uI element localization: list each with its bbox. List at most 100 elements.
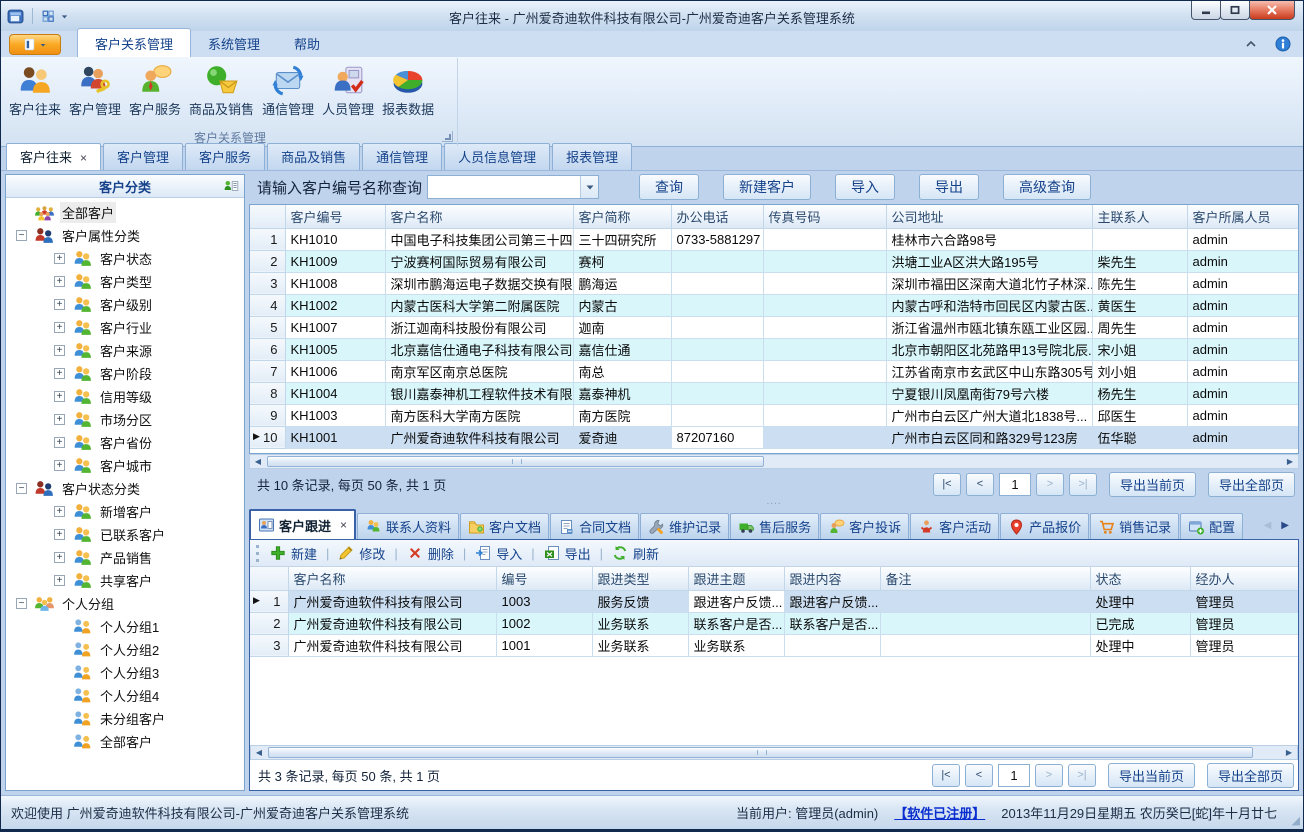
ribbon-button[interactable]: 客户往来 <box>5 61 65 120</box>
column-header[interactable]: 传真号码 <box>763 205 886 228</box>
license-link[interactable]: 【软件已注册】 <box>894 803 985 822</box>
document-tab[interactable]: 客户往来× <box>6 143 101 170</box>
document-tab[interactable]: 人员信息管理 <box>444 143 550 170</box>
tree-item[interactable]: − 客户属性分类 <box>6 224 244 247</box>
column-header[interactable]: 客户所属人员 <box>1187 205 1298 228</box>
expand-toggle[interactable]: + <box>54 552 65 563</box>
ribbon-tab[interactable]: 客户关系管理 <box>77 28 191 57</box>
table-row[interactable]: 9KH1003南方医科大学南方医院南方医院广州市白云区广州大道北1838号...… <box>250 404 1298 426</box>
scrollbar-thumb[interactable] <box>268 747 1253 758</box>
column-header[interactable]: 跟进主题 <box>688 567 784 590</box>
table-row[interactable]: 4KH1002内蒙古医科大学第二附属医院内蒙古内蒙古呼和浩特市回民区内蒙古医..… <box>250 294 1298 316</box>
detail-tab[interactable]: 客户跟进× <box>249 509 356 539</box>
scroll-left-icon[interactable]: ◀ <box>251 748 267 757</box>
tree-item[interactable]: + 市场分区 <box>6 408 244 431</box>
detail-tab[interactable]: 客户文档 <box>460 513 549 539</box>
detail-tab[interactable]: 维护记录 <box>640 513 729 539</box>
expand-toggle[interactable]: + <box>54 391 65 402</box>
last-page-button[interactable]: >| <box>1068 764 1096 787</box>
table-row[interactable]: 2KH1009宁波赛柯国际贸易有限公司赛柯洪塘工业A区洪大路195号柴先生adm… <box>250 250 1298 272</box>
tree-item[interactable]: + 客户省份 <box>6 431 244 454</box>
info-icon[interactable] <box>1275 36 1291 52</box>
first-page-button[interactable]: |< <box>933 473 961 496</box>
collapse-ribbon-icon[interactable] <box>1243 36 1259 52</box>
customer-search-combobox[interactable] <box>427 175 599 199</box>
expand-toggle[interactable]: + <box>54 460 65 471</box>
delete-button[interactable]: 删除 <box>402 542 459 565</box>
splitter-handle[interactable] <box>249 499 1299 509</box>
tree-item[interactable]: 个人分组4 <box>6 684 244 707</box>
column-header[interactable]: 主联系人 <box>1092 205 1187 228</box>
tree-item[interactable]: + 客户级别 <box>6 293 244 316</box>
minimize-button[interactable] <box>1191 1 1221 20</box>
table-row[interactable]: 1KH1010中国电子科技集团公司第三十四研...三十四研究所0733-5881… <box>250 228 1298 250</box>
tree-item[interactable]: − 客户状态分类 <box>6 477 244 500</box>
scrollbar-thumb[interactable] <box>267 456 764 467</box>
page-number-input[interactable] <box>998 764 1030 787</box>
expand-toggle[interactable]: + <box>54 276 65 287</box>
expand-toggle[interactable]: + <box>54 253 65 264</box>
column-header[interactable]: 公司地址 <box>886 205 1092 228</box>
next-page-button[interactable]: > <box>1035 764 1063 787</box>
query-button[interactable]: 查询 <box>639 174 699 200</box>
ribbon-button[interactable]: 通信管理 <box>258 61 318 120</box>
tree-item[interactable]: 全部客户 <box>6 201 244 224</box>
detail-tab[interactable]: 客户活动 <box>910 513 999 539</box>
detail-tab[interactable]: 配置 <box>1180 513 1243 539</box>
new-customer-button[interactable]: 新建客户 <box>723 174 811 200</box>
column-header[interactable]: 客户名称 <box>385 205 573 228</box>
scroll-tabs-left-icon[interactable]: ◀ <box>1264 520 1272 531</box>
export-current-page-button[interactable]: 导出当前页 <box>1109 472 1196 497</box>
document-tab[interactable]: 商品及销售 <box>267 143 360 170</box>
ribbon-tab[interactable]: 帮助 <box>277 29 337 57</box>
close-tab-icon[interactable]: × <box>80 151 87 165</box>
ribbon-tab[interactable]: 系统管理 <box>191 29 277 57</box>
table-row[interactable]: 7KH1006南京军区南京总医院南总江苏省南京市玄武区中山东路305号刘小姐ad… <box>250 360 1298 382</box>
import-button[interactable]: 导入 <box>470 542 527 565</box>
tree-item[interactable]: 全部客户 <box>6 730 244 753</box>
table-row[interactable]: 6KH1005北京嘉信仕通电子科技有限公司嘉信仕通北京市朝阳区北苑路甲13号院北… <box>250 338 1298 360</box>
tree-item[interactable]: + 客户城市 <box>6 454 244 477</box>
expand-toggle[interactable]: + <box>54 345 65 356</box>
prev-page-button[interactable]: < <box>965 764 993 787</box>
tree-item[interactable]: + 已联系客户 <box>6 523 244 546</box>
close-button[interactable] <box>1249 1 1295 20</box>
tree-item[interactable]: + 客户状态 <box>6 247 244 270</box>
table-row[interactable]: 2广州爱奇迪软件科技有限公司1002业务联系联系客户是否...联系客户是否...… <box>250 612 1298 634</box>
ribbon-button[interactable]: 客户服务 <box>125 61 185 120</box>
table-row[interactable]: ▶10KH1001广州爱奇迪软件科技有限公司爱奇迪87207160广州市白云区同… <box>250 426 1298 448</box>
qat-grid-icon[interactable] <box>41 9 55 23</box>
detail-tab[interactable]: 联系人资料 <box>357 513 459 539</box>
document-tab[interactable]: 通信管理 <box>362 143 442 170</box>
column-header[interactable]: 办公电话 <box>671 205 763 228</box>
expand-toggle[interactable]: + <box>54 575 65 586</box>
column-header[interactable]: 跟进内容 <box>784 567 880 590</box>
document-tab[interactable]: 报表管理 <box>552 143 632 170</box>
scroll-tabs-right-icon[interactable]: ▶ <box>1281 520 1289 531</box>
column-header[interactable]: 编号 <box>496 567 592 590</box>
table-row[interactable]: ▶1广州爱奇迪软件科技有限公司1003服务反馈跟进客户反馈...跟进客户反馈..… <box>250 590 1298 612</box>
column-header[interactable]: 客户名称 <box>288 567 496 590</box>
table-row[interactable]: 8KH1004银川嘉泰神机工程软件技术有限公司嘉泰神机宁夏银川凤凰南街79号六楼… <box>250 382 1298 404</box>
column-header[interactable]: 经办人 <box>1190 567 1298 590</box>
column-header[interactable]: 客户简称 <box>573 205 671 228</box>
tree-item[interactable]: + 产品销售 <box>6 546 244 569</box>
expand-toggle[interactable]: + <box>54 529 65 540</box>
scroll-left-icon[interactable]: ◀ <box>250 457 266 466</box>
prev-page-button[interactable]: < <box>966 473 994 496</box>
refresh-button[interactable]: 刷新 <box>607 542 664 565</box>
collapse-toggle[interactable]: − <box>16 598 27 609</box>
tree-item[interactable]: + 客户阶段 <box>6 362 244 385</box>
expand-toggle[interactable]: + <box>54 368 65 379</box>
tree-item[interactable]: 未分组客户 <box>6 707 244 730</box>
close-tab-icon[interactable]: × <box>340 518 347 532</box>
scroll-right-icon[interactable]: ▶ <box>1281 748 1297 757</box>
next-page-button[interactable]: > <box>1036 473 1064 496</box>
tree-item[interactable]: + 信用等级 <box>6 385 244 408</box>
tree-item[interactable]: 个人分组1 <box>6 615 244 638</box>
tree-item[interactable]: 个人分组2 <box>6 638 244 661</box>
tree-item[interactable]: 个人分组3 <box>6 661 244 684</box>
tree-item[interactable]: − 个人分组 <box>6 592 244 615</box>
export-button[interactable]: 导出 <box>919 174 979 200</box>
horizontal-scrollbar[interactable]: ◀ ▶ <box>249 454 1299 469</box>
